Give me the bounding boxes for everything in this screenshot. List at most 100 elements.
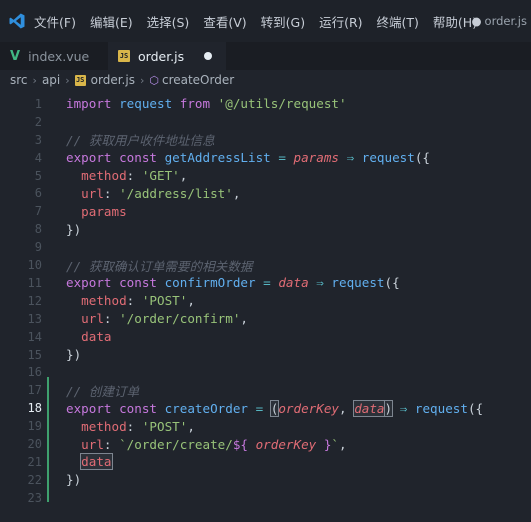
code-token: , xyxy=(232,185,241,201)
code-line[interactable]: 3 // 获取用户收件地址信息 xyxy=(0,131,531,149)
code-token: = xyxy=(278,150,294,166)
line-number: 1 xyxy=(34,96,42,111)
code-line[interactable]: 9 xyxy=(0,238,531,256)
code-token: ({ xyxy=(414,150,430,166)
code-token: ⇒ xyxy=(392,400,415,416)
code-line[interactable]: 7 params xyxy=(0,202,531,220)
code-token: , xyxy=(339,400,355,416)
code-text: data xyxy=(66,328,111,346)
breadcrumb-src[interactable]: src xyxy=(10,73,28,87)
menu-file[interactable]: 文件(F) xyxy=(34,12,76,31)
code-token: = xyxy=(263,275,279,291)
tab-bar: V index.vue JS order.js xyxy=(0,42,531,70)
chevron-right-icon: › xyxy=(139,73,145,87)
menu-bar: 文件(F) 编辑(E) 选择(S) 查看(V) 转到(G) 运行(R) 终端(T… xyxy=(0,0,531,42)
code-text: method: 'POST', xyxy=(66,417,195,435)
modified-dot-icon[interactable] xyxy=(204,52,212,60)
code-token: ( xyxy=(269,399,280,417)
code-token: // 获取用户收件地址信息 xyxy=(66,133,215,149)
code-line[interactable]: 13 url: '/order/confirm', xyxy=(0,310,531,328)
code-editor[interactable]: 1 import request from '@/utils/request' 2 3… xyxy=(0,90,531,522)
menu-terminal[interactable]: 终端(T) xyxy=(377,12,419,31)
code-token: createOrder xyxy=(164,400,256,416)
code-line[interactable]: 6 url: '/address/list', xyxy=(0,185,531,203)
code-line[interactable]: 15}) xyxy=(0,346,531,364)
code-token: params xyxy=(81,203,127,219)
code-text: method: 'POST', xyxy=(66,292,195,310)
menu-selection[interactable]: 选择(S) xyxy=(147,12,190,31)
code-line[interactable]: 5 method: 'GET', xyxy=(0,167,531,185)
tab-label: index.vue xyxy=(28,48,90,64)
code-line[interactable]: 11 export const confirmOrder = data ⇒ req… xyxy=(0,274,531,292)
code-token: request xyxy=(119,96,180,112)
code-text: method: 'GET', xyxy=(66,167,187,185)
code-token: request xyxy=(361,150,415,166)
code-token: ⇒ xyxy=(316,275,332,291)
line-number: 23 xyxy=(27,490,42,505)
code-line[interactable]: 12 method: 'POST', xyxy=(0,292,531,310)
line-number: 18 xyxy=(27,401,42,416)
breadcrumb: src › api › JS order.js › ⬡ createOrder xyxy=(0,70,531,90)
code-token: import xyxy=(66,96,120,112)
code-token: params xyxy=(293,150,347,166)
code-token: , xyxy=(187,293,195,309)
code-token: 'POST' xyxy=(141,418,188,434)
code-text: // 创建订单 xyxy=(66,381,139,399)
code-line[interactable]: 8}) xyxy=(0,220,531,238)
code-token: method xyxy=(81,168,127,184)
window-title-text: order.js xyxy=(484,14,527,28)
code-line[interactable]: 4 export const getAddressList = params ⇒ … xyxy=(0,149,531,167)
code-line[interactable]: 23 xyxy=(0,489,531,507)
tab-order-js[interactable]: JS order.js xyxy=(108,42,226,70)
code-token: method xyxy=(81,293,127,309)
code-token: : xyxy=(103,436,120,452)
code-token: orderKey xyxy=(255,436,317,452)
code-line[interactable]: 19 method: 'POST', xyxy=(0,417,531,435)
line-number: 11 xyxy=(27,275,42,290)
code-token: = xyxy=(255,400,271,416)
line-number: 22 xyxy=(27,472,42,487)
line-number: 17 xyxy=(27,383,42,398)
code-line[interactable]: 20 url: `/order/create/${ orderKey } `, xyxy=(0,435,531,453)
function-symbol-icon: ⬡ xyxy=(149,73,159,87)
code-line[interactable]: 16 xyxy=(0,364,531,382)
menu-run[interactable]: 运行(R) xyxy=(319,12,362,31)
code-token: // 创建订单 xyxy=(66,383,140,399)
code-token: }) xyxy=(66,472,82,488)
code-token: export xyxy=(66,400,120,416)
breadcrumb-symbol[interactable]: createOrder xyxy=(162,73,234,87)
tab-index-vue[interactable]: V index.vue xyxy=(0,42,108,70)
line-number: 5 xyxy=(34,168,42,183)
menu-edit[interactable]: 编辑(E) xyxy=(90,12,133,31)
line-number: 4 xyxy=(34,150,42,165)
code-line[interactable]: 21 data xyxy=(0,453,531,471)
code-token: '/address/list' xyxy=(119,185,233,201)
code-line[interactable]: 18 export const createOrder = (orderKey, … xyxy=(0,399,531,417)
code-line[interactable]: 1 import request from '@/utils/request' xyxy=(0,95,531,113)
breadcrumb-file[interactable]: order.js xyxy=(91,73,135,87)
code-token: export xyxy=(66,150,120,166)
menu-view[interactable]: 查看(V) xyxy=(203,12,246,31)
code-line[interactable]: 10 // 获取确认订单需要的相关数据 xyxy=(0,256,531,274)
code-line[interactable]: 2 xyxy=(0,113,531,131)
tab-label: order.js xyxy=(138,48,185,64)
line-number: 20 xyxy=(27,437,42,452)
line-number: 21 xyxy=(27,454,42,469)
code-line[interactable]: 17 // 创建订单 xyxy=(0,381,531,399)
code-token: : xyxy=(126,293,142,309)
code-line[interactable]: 22}) xyxy=(0,471,531,489)
code-text: import request from '@/utils/request' xyxy=(66,95,347,113)
breadcrumb-api[interactable]: api xyxy=(42,73,60,87)
code-token: orderKey xyxy=(278,400,340,416)
code-line[interactable]: 14 data xyxy=(0,328,531,346)
code-text: url: '/address/list', xyxy=(66,185,240,203)
line-number: 15 xyxy=(27,347,42,362)
menu-go[interactable]: 转到(G) xyxy=(261,12,305,31)
line-number: 10 xyxy=(27,258,42,273)
code-token: export xyxy=(66,275,120,291)
menu-help[interactable]: 帮助(H) xyxy=(433,12,477,31)
